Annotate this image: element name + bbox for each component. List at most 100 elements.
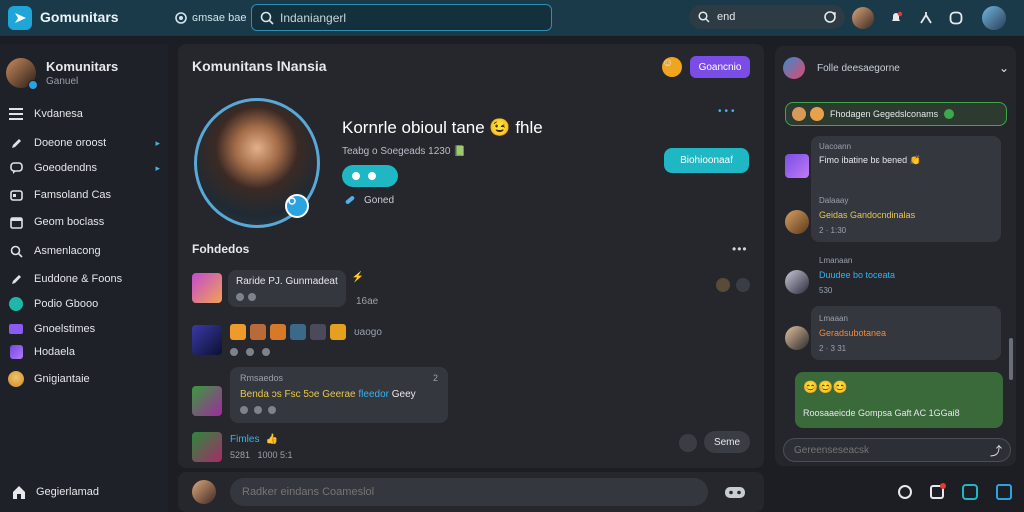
follow-button[interactable]: Biohioonaaf bbox=[664, 148, 749, 173]
primary-action-button[interactable]: Goancnio bbox=[690, 56, 750, 78]
status-toggle[interactable] bbox=[342, 165, 398, 187]
feed-item[interactable]: Fimles 👍 5281 1000 5:1 bbox=[192, 430, 492, 464]
chat-text: Fimo ibatine bɛ bened 👏 bbox=[819, 155, 921, 165]
chat-green-message[interactable]: 😊😊😊 Roosaaeicde Gompsa Gaft AC 1GGai8 bbox=[795, 372, 1003, 428]
avatar bbox=[330, 324, 346, 340]
sidebar-profile-sub: Ganuel bbox=[46, 76, 79, 87]
share-icon[interactable] bbox=[918, 10, 934, 26]
pencil-icon bbox=[8, 135, 24, 151]
section-more-icon[interactable]: ••• bbox=[732, 242, 748, 256]
left-sidebar: Komunitars Ganuel Kvdanesa Doeone oroost… bbox=[0, 44, 168, 512]
search-input[interactable] bbox=[280, 9, 540, 27]
sidebar-item-9[interactable]: Hodaela bbox=[8, 340, 160, 364]
settings-button[interactable]: ɢmsae bae bbox=[174, 8, 254, 28]
sidebar-item-label: Famsoland Cas bbox=[34, 189, 112, 201]
avatar bbox=[785, 210, 809, 234]
emoji-icon[interactable]: ☺ bbox=[662, 57, 682, 77]
avatar bbox=[6, 58, 38, 90]
chat-sender: Dalaaay bbox=[819, 196, 849, 205]
chat-input-field[interactable] bbox=[794, 444, 974, 456]
reaction-icon bbox=[248, 292, 256, 301]
composer-input[interactable] bbox=[230, 478, 708, 506]
top-icon-group bbox=[852, 5, 1024, 31]
chevron-right-icon: ▸ bbox=[155, 137, 160, 148]
gear-icon bbox=[174, 11, 188, 25]
sidebar-item-0[interactable]: Kvdanesa bbox=[8, 102, 160, 126]
pencil-icon bbox=[8, 271, 24, 287]
right-chat-panel: Folle deesaegorne ⌄ Fhodagen Gegedslcona… bbox=[775, 46, 1016, 466]
sidebar-item-3[interactable]: Famsoland Cas bbox=[8, 183, 160, 207]
feed-link[interactable]: fleedor bbox=[358, 389, 389, 400]
avatar bbox=[192, 325, 222, 355]
chat-header[interactable]: Folle deesaegorne ⌄ bbox=[783, 56, 1009, 80]
chat-pinned-message[interactable]: Fhodagen Gegedslconams bbox=[785, 102, 1007, 126]
chat-input[interactable]: ⤴ bbox=[783, 438, 1011, 462]
sidebar-item-label: Euddone & Foons bbox=[34, 273, 123, 285]
camera-badge-icon[interactable] bbox=[285, 194, 309, 218]
user-icon bbox=[8, 371, 24, 387]
reaction-icon bbox=[230, 348, 238, 356]
reaction-icon bbox=[262, 348, 270, 356]
search-icon bbox=[260, 11, 274, 25]
sidebar-item-5[interactable]: Asmenlacong bbox=[8, 239, 160, 263]
profile-avatar[interactable] bbox=[982, 6, 1006, 30]
sidebar-profile[interactable]: Komunitars Ganuel bbox=[6, 56, 162, 90]
search-icon bbox=[697, 11, 711, 23]
scrollbar[interactable] bbox=[1009, 338, 1013, 380]
sidebar-item-label: Kvdanesa bbox=[34, 108, 83, 120]
user-avatar[interactable] bbox=[852, 7, 874, 29]
gamepad-icon[interactable] bbox=[724, 484, 746, 500]
sidebar-item-8[interactable]: Gnoelstimes bbox=[8, 317, 160, 341]
feed-title: Benda ɔs Fsc 5ɔe Geerae bbox=[240, 389, 356, 400]
globe-icon bbox=[8, 296, 24, 312]
sidebar-item-label: Podio Gbooo bbox=[34, 298, 99, 310]
feed-item[interactable]: Raride PJ. Gunmadeat ⚡ 16ae bbox=[192, 268, 612, 308]
record-icon[interactable] bbox=[948, 10, 964, 26]
quick-search-pill[interactable]: end bbox=[689, 5, 845, 29]
feed-close-icon[interactable] bbox=[736, 278, 750, 292]
feed-text-row: Benda ɔs Fsc 5ɔe Geerae fleedor Geey bbox=[240, 389, 438, 400]
more-options[interactable]: ••• bbox=[718, 106, 738, 117]
reply-icon[interactable] bbox=[679, 434, 697, 452]
sidebar-item-label: Gnigiantaie bbox=[34, 373, 90, 385]
feed-reaction-icon[interactable] bbox=[716, 278, 730, 292]
chat-header-title: Folle deesaegorne bbox=[817, 62, 900, 74]
reaction-icon bbox=[240, 406, 248, 414]
sidebar-item-label: Goeodendns bbox=[34, 162, 97, 174]
sidebar-item-2[interactable]: Goeodendns ▸ bbox=[8, 156, 160, 180]
sidebar-item-10[interactable]: Gnigiantaie bbox=[8, 367, 160, 391]
sidebar-item-1[interactable]: Doeone oroost ▸ bbox=[8, 131, 160, 155]
reaction-icon bbox=[254, 406, 262, 414]
sidebar-item-6[interactable]: Euddone & Foons bbox=[8, 267, 160, 291]
calendar-icon bbox=[8, 214, 24, 230]
refresh-icon[interactable] bbox=[962, 484, 978, 500]
notification-icon[interactable] bbox=[930, 483, 946, 499]
sidebar-profile-name: Komunitars bbox=[46, 59, 119, 74]
search-bar[interactable] bbox=[251, 4, 552, 31]
avatar bbox=[250, 324, 266, 340]
feed-item[interactable]: Rmsaedos 2 Benda ɔs Fsc 5ɔe Geerae fleed… bbox=[192, 366, 452, 424]
pinned-text: Fhodagen Gegedslconams bbox=[830, 109, 939, 119]
refresh-icon[interactable] bbox=[823, 10, 837, 24]
bell-icon[interactable] bbox=[888, 10, 904, 26]
sidebar-item-4[interactable]: Geom boclass bbox=[8, 210, 160, 234]
profile-meta: Teabg o Soegeads 1230 📗 bbox=[342, 146, 466, 157]
badge-dot bbox=[940, 483, 946, 489]
clock-icon[interactable] bbox=[898, 485, 912, 499]
sidebar-item-7[interactable]: Podio Gbooo bbox=[8, 292, 160, 316]
feed-chip: Raride PJ. Gunmadeat bbox=[228, 269, 346, 307]
send-icon[interactable]: ⤴ bbox=[990, 442, 1002, 459]
sidebar-footer-home[interactable]: Gegierlamad bbox=[10, 482, 160, 502]
chevron-right-icon: ▸ bbox=[155, 162, 160, 173]
feed-item[interactable]: ʊaogo bbox=[192, 320, 612, 360]
top-bar: Gomunitars ɢmsae bae end bbox=[0, 0, 1024, 36]
chevron-down-icon[interactable]: ⌄ bbox=[999, 61, 1009, 75]
reply-button[interactable]: Seme bbox=[704, 431, 750, 453]
footer-label: Gegierlamad bbox=[36, 486, 99, 498]
avatar bbox=[783, 57, 805, 79]
expand-icon[interactable] bbox=[996, 484, 1012, 500]
badge-icon bbox=[8, 344, 24, 360]
chat-meta: 2 · 1:30 bbox=[819, 226, 847, 235]
logo-icon[interactable] bbox=[8, 6, 32, 30]
chat-sender: Lmaaan bbox=[819, 314, 848, 323]
